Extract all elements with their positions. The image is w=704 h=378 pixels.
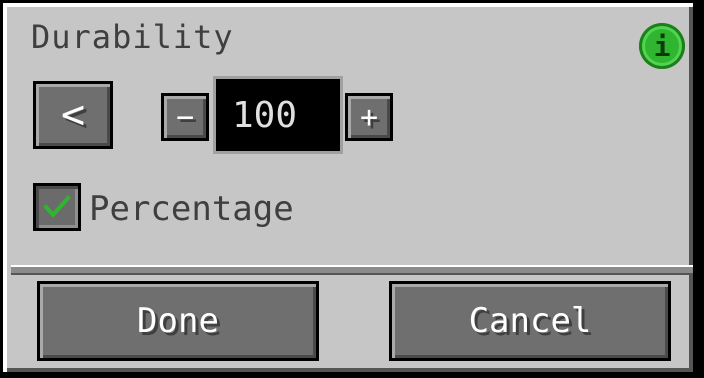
back-button[interactable]: < [33,81,113,149]
durability-dialog: Durability i < − 100 + Percentage Done C… [3,3,693,372]
durability-value-field[interactable]: 100 [213,76,343,154]
cancel-button[interactable]: Cancel [389,281,671,361]
divider [11,265,693,275]
check-icon [43,195,71,219]
dialog-title: Durability [31,18,234,56]
percentage-label[interactable]: Percentage [89,187,294,231]
info-icon[interactable]: i [639,23,685,69]
decrement-button[interactable]: − [161,93,209,141]
increment-button[interactable]: + [345,93,393,141]
percentage-checkbox[interactable] [33,183,81,231]
minus-icon: − [175,99,195,135]
chevron-left-icon: < [60,92,86,138]
plus-icon: + [359,99,379,135]
durability-value: 100 [232,94,298,136]
done-button[interactable]: Done [37,281,319,361]
